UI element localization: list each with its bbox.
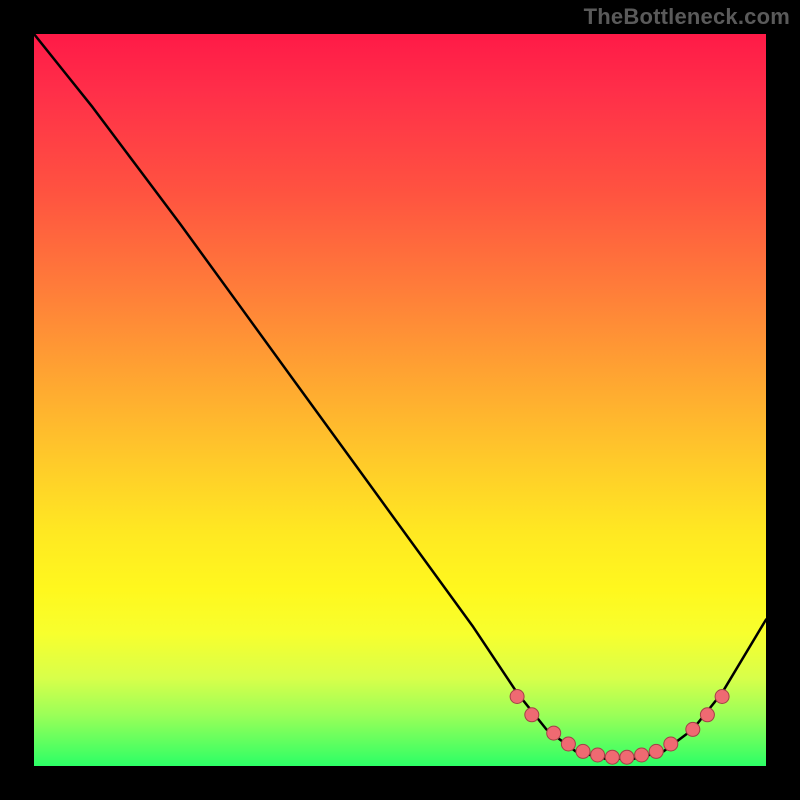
chart-frame: TheBottleneck.com	[0, 0, 800, 800]
highlight-dot	[635, 748, 649, 762]
highlight-dot	[561, 737, 575, 751]
highlight-dot	[664, 737, 678, 751]
curve-path	[34, 34, 766, 759]
highlight-dot	[510, 690, 524, 704]
highlight-dot	[547, 726, 561, 740]
highlight-dot	[700, 708, 714, 722]
highlight-dot	[620, 750, 634, 764]
highlight-dot	[686, 722, 700, 736]
plot-area	[34, 34, 766, 766]
highlight-dot	[715, 690, 729, 704]
highlight-dot	[591, 748, 605, 762]
highlight-dot	[649, 744, 663, 758]
highlight-dot	[525, 708, 539, 722]
watermark-label: TheBottleneck.com	[584, 4, 790, 30]
highlight-dot	[576, 744, 590, 758]
curve-svg	[34, 34, 766, 766]
highlight-dot	[605, 750, 619, 764]
